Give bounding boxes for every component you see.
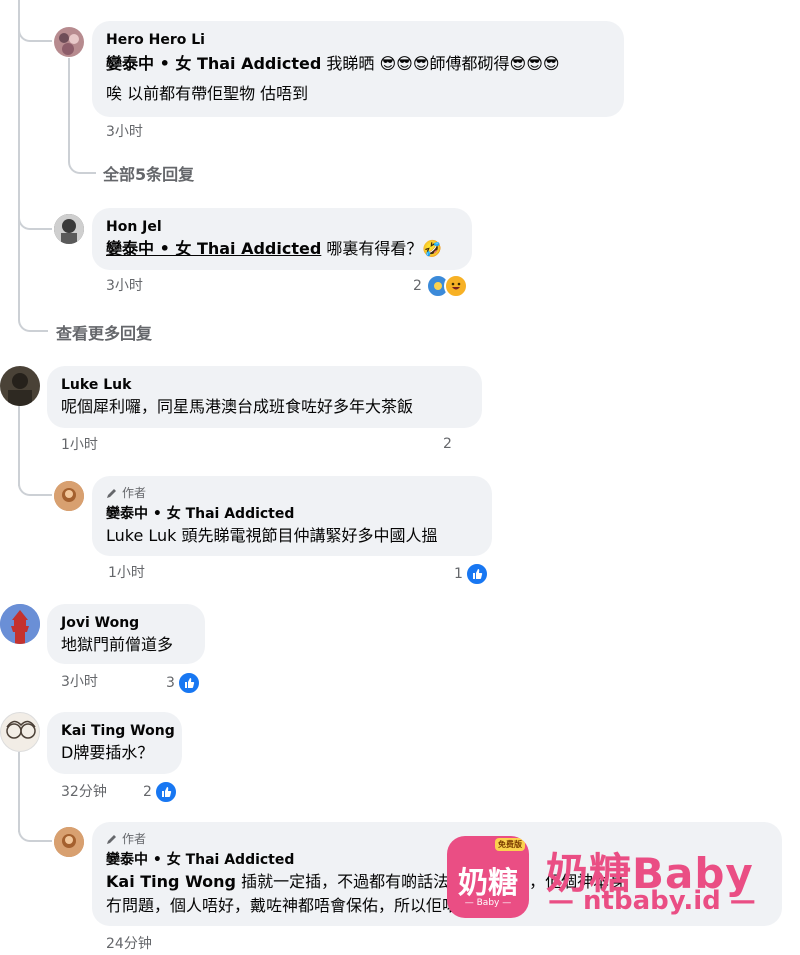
comment-author-name[interactable]: Luke Luk bbox=[61, 376, 468, 394]
view-more-replies-link[interactable]: 查看更多回复 bbox=[56, 320, 152, 344]
haha-reaction-icon bbox=[443, 274, 468, 298]
comment-author-name[interactable]: Hero Hero Li bbox=[106, 31, 610, 49]
avatar[interactable] bbox=[0, 604, 40, 644]
reaction-count: 2 bbox=[143, 784, 152, 800]
avatar[interactable] bbox=[54, 827, 84, 857]
comment-bubble-hero: Hero Hero Li 孌泰中 • 女 Thai Addicted 我睇晒 😎… bbox=[92, 21, 624, 117]
reaction-summary[interactable]: 2 bbox=[443, 436, 452, 452]
comment-time[interactable]: 3小时 bbox=[106, 275, 143, 295]
like-reaction-icon bbox=[153, 780, 178, 804]
mention-tag[interactable]: 孌泰中 • 女 Thai Addicted bbox=[106, 239, 321, 258]
reaction-summary[interactable]: 2 bbox=[143, 780, 178, 804]
watermark-badge: 免费版 bbox=[495, 838, 525, 851]
reaction-count: 1 bbox=[454, 566, 463, 582]
reaction-summary[interactable]: 1 bbox=[454, 562, 489, 586]
watermark-app-sub: — Baby — bbox=[464, 898, 512, 908]
reaction-count: 2 bbox=[413, 278, 422, 294]
comment-text: D牌要插水？ bbox=[61, 743, 154, 762]
thread-curve-view-all bbox=[68, 150, 96, 174]
mention-tag[interactable]: Kai Ting Wong bbox=[106, 872, 236, 891]
thread-curve-author1 bbox=[18, 470, 52, 496]
comment-bubble-kai: Kai Ting Wong D牌要插水？ bbox=[47, 712, 182, 774]
comment-bubble-jovi: Jovi Wong 地獄門前僧道多 bbox=[47, 604, 205, 664]
avatar[interactable] bbox=[54, 27, 84, 57]
view-all-replies-link[interactable]: 全部5条回复 bbox=[103, 161, 194, 185]
thread-curve-author2 bbox=[18, 814, 52, 842]
watermark-app-icon: 免费版 奶糖 — Baby — bbox=[447, 836, 529, 918]
pencil-icon bbox=[107, 834, 116, 844]
thread-line-hero-replies bbox=[68, 58, 70, 158]
like-reaction-icon bbox=[464, 562, 489, 586]
comment-time[interactable]: 3小时 bbox=[106, 121, 143, 141]
watermark-url: — ntbaby.id — bbox=[548, 886, 756, 916]
comment-bubble-hon: Hon Jel 孌泰中 • 女 Thai Addicted 哪裏有得看？🤣 bbox=[92, 208, 472, 270]
avatar[interactable] bbox=[0, 712, 40, 752]
comment-author-name[interactable]: 孌泰中 • 女 Thai Addicted bbox=[106, 505, 478, 523]
thread-line-top bbox=[18, 0, 20, 312]
reaction-count: 3 bbox=[166, 675, 175, 691]
comment-text-line2: 唉 以前都有帶佢聖物 估唔到 bbox=[106, 84, 309, 103]
avatar[interactable] bbox=[54, 214, 84, 244]
comment-text: Luke Luk 頭先睇電視節目仲講緊好多中國人搵 bbox=[106, 526, 438, 545]
mention-tag[interactable]: 孌泰中 • 女 Thai Addicted bbox=[106, 54, 321, 73]
comment-bubble-author-reply-1: 作者 孌泰中 • 女 Thai Addicted Luke Luk 頭先睇電視節… bbox=[92, 476, 492, 556]
comment-time[interactable]: 1小时 bbox=[108, 562, 145, 582]
comment-text: 地獄門前僧道多 bbox=[61, 635, 174, 654]
like-reaction-icon bbox=[176, 671, 201, 695]
comment-author-name[interactable]: Hon Jel bbox=[106, 218, 458, 236]
comment-text: 呢個犀利囉，同星馬港澳台成班食咗好多年大茶飯 bbox=[61, 397, 414, 416]
comment-time[interactable]: 1小时 bbox=[61, 434, 98, 454]
comment-time[interactable]: 24分钟 bbox=[106, 933, 152, 953]
comment-text: 哪裏有得看？🤣 bbox=[321, 239, 443, 258]
avatar[interactable] bbox=[54, 481, 84, 511]
comment-time[interactable]: 32分钟 bbox=[61, 781, 107, 801]
reaction-summary[interactable]: 3 bbox=[166, 671, 201, 695]
author-badge: 作者 bbox=[122, 486, 147, 500]
comment-text: 我睇晒 😎😎😎師傅都砌得😎😎😎 bbox=[321, 54, 560, 73]
avatar[interactable] bbox=[0, 366, 40, 406]
comment-bubble-luke: Luke Luk 呢個犀利囉，同星馬港澳台成班食咗好多年大茶飯 bbox=[47, 366, 482, 428]
thread-curve-view-more bbox=[18, 300, 48, 332]
comment-author-name[interactable]: Kai Ting Wong bbox=[61, 722, 175, 740]
reaction-summary[interactable]: 2 bbox=[413, 274, 468, 298]
pencil-icon bbox=[107, 488, 116, 498]
thread-curve-hon bbox=[18, 200, 52, 230]
comment-author-name[interactable]: Jovi Wong bbox=[61, 614, 191, 632]
thread-curve-hero bbox=[18, 14, 52, 42]
reaction-count: 2 bbox=[443, 436, 452, 452]
author-badge: 作者 bbox=[122, 832, 147, 846]
comment-time[interactable]: 3小时 bbox=[61, 671, 98, 691]
watermark-app-text: 奶糖 bbox=[458, 866, 518, 901]
